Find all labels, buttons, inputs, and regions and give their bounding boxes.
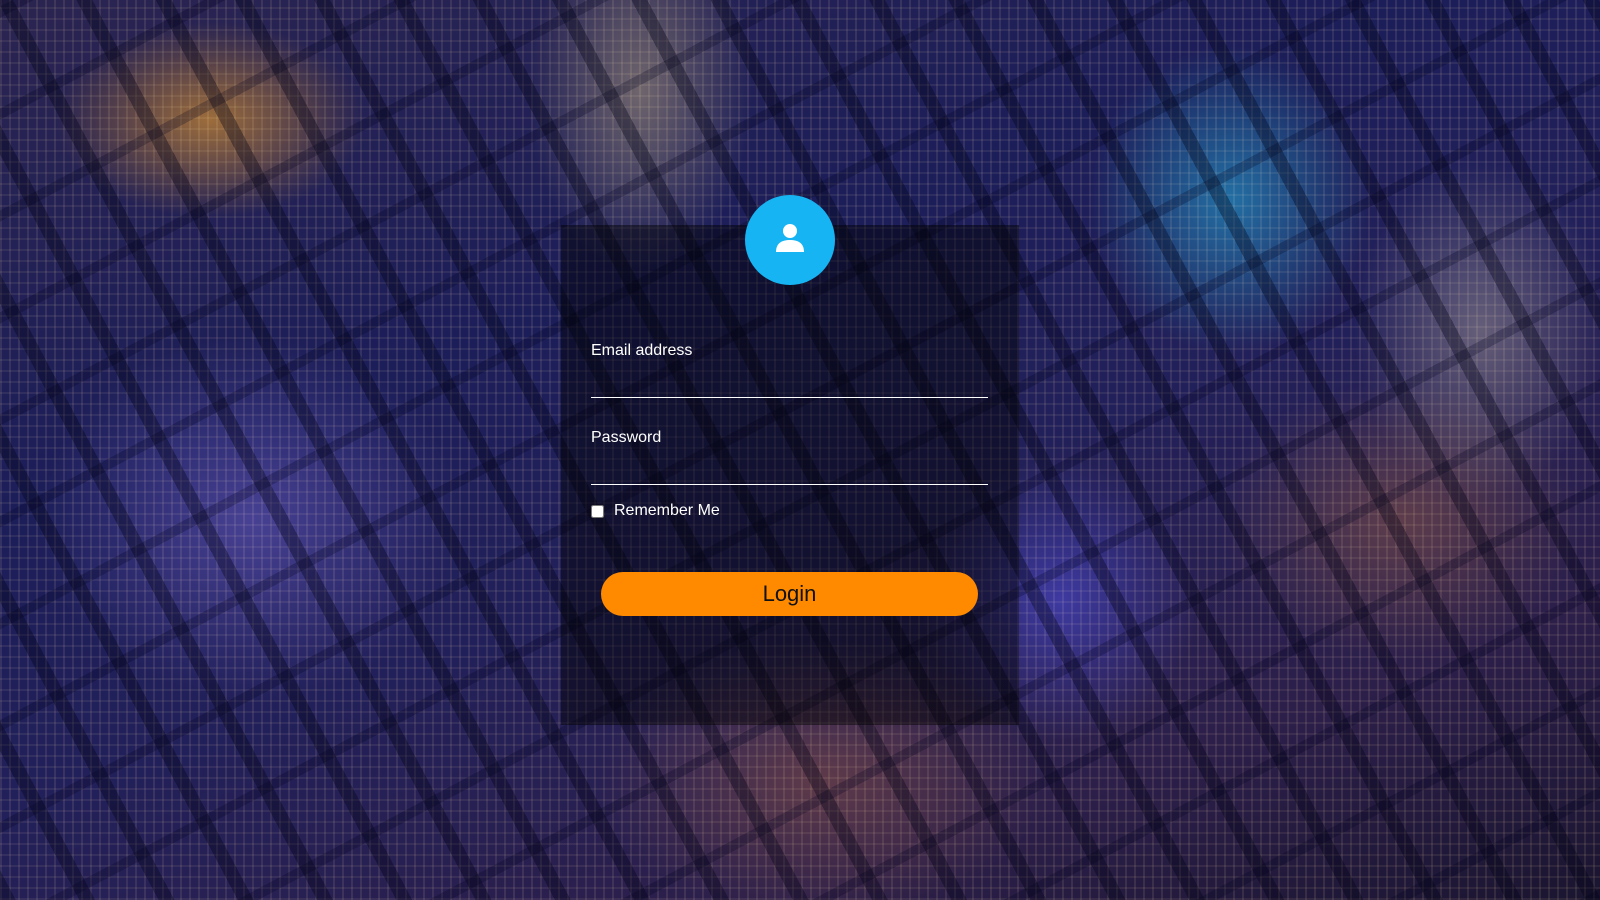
email-field[interactable] [591, 368, 988, 398]
remember-me-checkbox[interactable] [591, 504, 604, 518]
email-label: Email address [591, 342, 693, 359]
remember-me-label: Remember Me [614, 502, 720, 519]
avatar [745, 195, 835, 285]
remember-me: Remember Me [591, 502, 720, 520]
password-field[interactable] [591, 455, 988, 485]
password-label: Password [591, 429, 662, 446]
password-field-group: Password [591, 429, 988, 485]
email-field-group: Email address [591, 342, 988, 398]
user-icon [773, 221, 807, 260]
login-page: Email address Password Remember Me Login [0, 0, 1600, 900]
login-button[interactable]: Login [601, 572, 978, 616]
